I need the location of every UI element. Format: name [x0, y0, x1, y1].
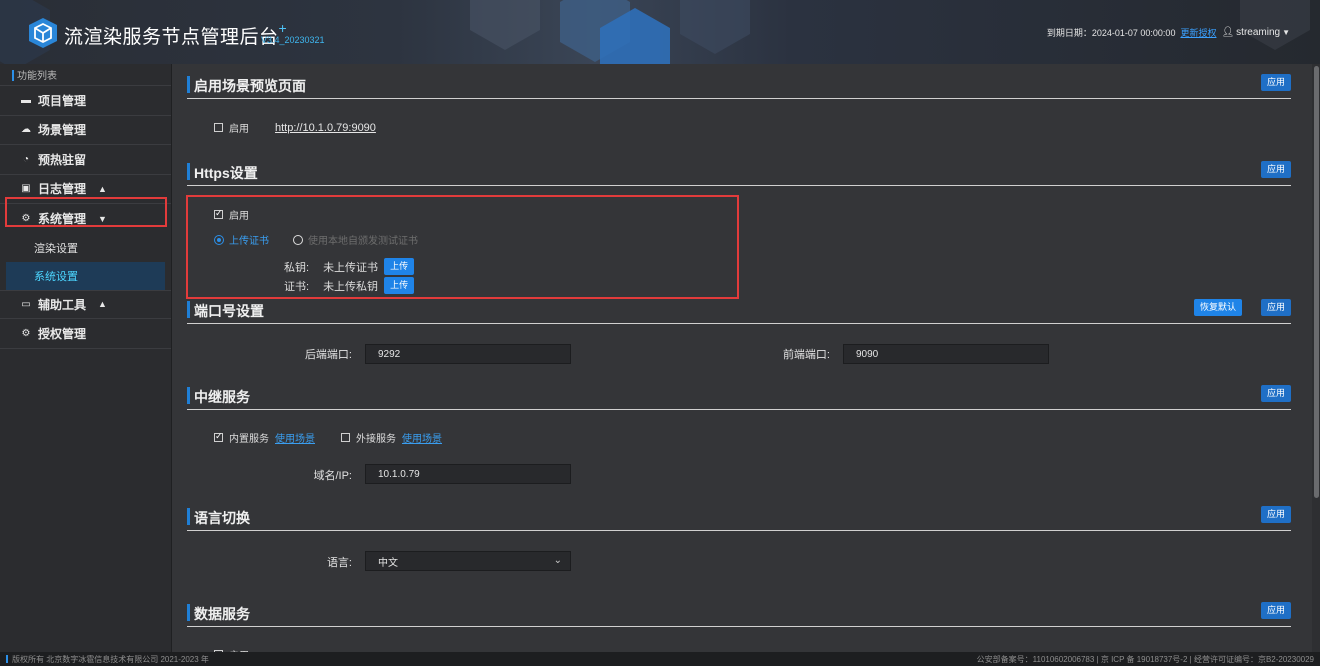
- sidebar-item-label: 预热驻留: [38, 152, 87, 167]
- checkbox-label: 启用: [229, 124, 249, 135]
- clock-icon: ◔: [22, 153, 30, 165]
- backend-port-label: 后端端口:: [304, 349, 352, 361]
- highlight-frame: [186, 195, 739, 299]
- relay-apply-button[interactable]: 应用: [1260, 385, 1291, 402]
- log-icon: ▣: [21, 183, 31, 195]
- scrollbar-thumb[interactable]: [1314, 66, 1319, 498]
- expire-date: 到期日期：2024-01-07 00:00:00: [1046, 28, 1176, 38]
- ports-apply-button[interactable]: 应用: [1260, 299, 1291, 316]
- update-license-link[interactable]: 更新授权: [1180, 26, 1216, 39]
- section-marker: [187, 508, 190, 525]
- icp-text: 公安部备案号：11010602006783 | 京 ICP 备 19018737…: [976, 654, 1314, 664]
- reset-default-button[interactable]: 恢复默认: [1193, 299, 1242, 316]
- footer: 版权所有 北京数字冰雹信息技术有限公司 2021-2023 年 公安部备案号：1…: [0, 652, 1320, 666]
- sidebar-caption: 功能列表: [0, 64, 171, 86]
- preview-url-link[interactable]: http://10.1.0.79:9090: [275, 122, 376, 134]
- sidebar-subitem-render-settings[interactable]: 渲染设置: [0, 234, 171, 262]
- section-title: 数据服务: [194, 606, 250, 622]
- user-icon: 👤︎: [1221, 27, 1235, 38]
- section-title: 语言切换: [194, 510, 250, 526]
- section-preview-header: 启用场景预览页面 应用: [187, 64, 1291, 99]
- chevron-down-icon: ⌄: [553, 555, 562, 566]
- domain-label: 域名/IP:: [313, 470, 352, 482]
- section-marker: [187, 604, 190, 621]
- app-title: 流渲染服务节点管理后台+: [64, 20, 288, 48]
- chevron-down-icon: ▼: [1282, 28, 1290, 37]
- logo-icon: [29, 18, 57, 48]
- data-apply-button[interactable]: 应用: [1260, 602, 1291, 619]
- preview-apply-button[interactable]: 应用: [1260, 74, 1291, 91]
- section-title: 中继服务: [194, 389, 250, 405]
- chevron-up-icon: ▲: [98, 183, 107, 194]
- sidebar-item-projects[interactable]: ▬ 项目管理: [0, 86, 171, 116]
- sidebar-item-label: 场景管理: [38, 123, 87, 138]
- section-title: 端口号设置: [194, 303, 264, 319]
- sidebar-item-preheat[interactable]: ◔ 预热驻留: [0, 145, 171, 175]
- language-value: 中文: [378, 557, 398, 569]
- section-https-header: Https设置 应用: [187, 151, 1291, 186]
- external-service-checkbox[interactable]: [341, 433, 350, 442]
- sidebar-item-label: 日志管理: [38, 182, 87, 197]
- sidebar-item-label: 授权管理: [38, 326, 87, 341]
- section-marker: [187, 163, 190, 180]
- sidebar-item-scenes[interactable]: ☁ 场景管理: [0, 116, 171, 145]
- frontend-port-label: 前端端口:: [782, 349, 830, 361]
- preview-enable-checkbox[interactable]: [214, 123, 223, 132]
- section-marker: [187, 76, 190, 93]
- relay-mode-row: 内置服务 使用场景 外接服务 使用场景: [214, 430, 442, 445]
- sidebar-item-license[interactable]: ⚙ 授权管理: [0, 319, 171, 349]
- sidebar-item-label: 辅助工具: [38, 297, 87, 312]
- decor-hex: [470, 0, 540, 50]
- user-menu[interactable]: 👤︎ streaming ▼: [1221, 27, 1290, 38]
- sparkle-icon: +: [278, 20, 288, 36]
- username: streaming: [1236, 27, 1281, 38]
- internal-usage-link[interactable]: 使用场景: [275, 430, 315, 445]
- internal-service-checkbox[interactable]: [214, 431, 223, 442]
- frontend-port-input[interactable]: 9090: [843, 344, 1049, 364]
- sidebar-subitem-system-settings[interactable]: 系统设置: [6, 261, 165, 290]
- language-apply-button[interactable]: 应用: [1260, 506, 1291, 523]
- decor-hex: [1240, 0, 1310, 50]
- main-content: 启用场景预览页面 应用 启用 http://10.1.0.79:9090 Htt…: [172, 64, 1312, 652]
- checkbox-label: 外接服务: [356, 434, 396, 445]
- sidebar-item-label: 项目管理: [38, 93, 87, 108]
- section-data-header: 数据服务 应用: [187, 592, 1291, 627]
- highlight-frame: [5, 197, 167, 227]
- language-select[interactable]: 中文 ⌄: [365, 551, 571, 571]
- preview-enable-row: 启用 http://10.1.0.79:9090: [214, 120, 376, 135]
- backend-port-input[interactable]: 9292: [365, 344, 571, 364]
- cloud-icon: ☁: [21, 124, 31, 136]
- sidebar-item-tools[interactable]: ▭ 辅助工具 ▲: [0, 289, 171, 319]
- tool-icon: ▭: [21, 298, 31, 310]
- copyright-text: 版权所有 北京数字冰雹信息技术有限公司 2021-2023 年: [6, 654, 209, 665]
- section-marker: [187, 301, 190, 318]
- license-icon: ⚙: [21, 327, 31, 339]
- app-version: V3.4_20230321: [261, 35, 325, 45]
- section-language-header: 语言切换 应用: [187, 496, 1291, 531]
- section-title: Https设置: [194, 165, 258, 181]
- app-header: 流渲染服务节点管理后台+ V3.4_20230321 到期日期：2024-01-…: [0, 0, 1320, 64]
- header-right: 到期日期：2024-01-07 00:00:00 更新授权 👤︎ streami…: [1047, 26, 1290, 39]
- section-marker: [187, 387, 190, 404]
- section-relay-header: 中继服务 应用: [187, 375, 1291, 410]
- section-title: 启用场景预览页面: [194, 78, 306, 94]
- sidebar: 功能列表 ▬ 项目管理 ☁ 场景管理 ◔ 预热驻留 ▣ 日志管理 ▲ ⚙ 系统管…: [0, 64, 172, 652]
- chevron-up-icon: ▲: [98, 299, 107, 310]
- checkbox-label: 内置服务: [229, 434, 269, 445]
- https-apply-button[interactable]: 应用: [1260, 161, 1291, 178]
- folder-icon: ▬: [21, 94, 31, 106]
- decor-hex: [680, 0, 750, 54]
- domain-input[interactable]: 10.1.0.79: [365, 464, 571, 484]
- external-usage-link[interactable]: 使用场景: [402, 430, 442, 445]
- language-label: 语言:: [326, 557, 352, 569]
